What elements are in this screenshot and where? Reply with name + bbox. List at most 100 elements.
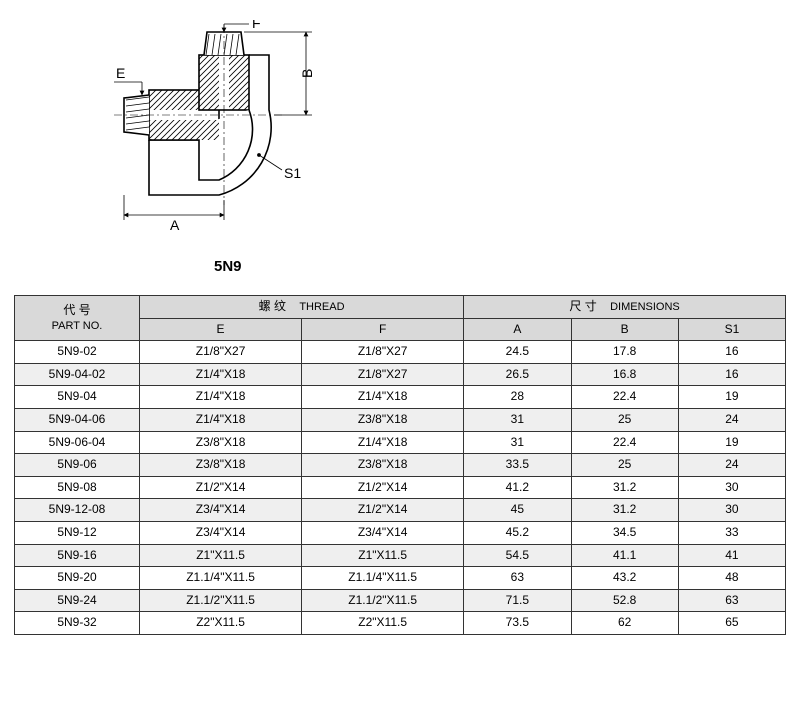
table-row: 5N9-12-08Z3/4"X14Z1/2"X144531.230 [15,499,786,522]
cell-a: 45.2 [464,521,571,544]
spec-table: 代 号 PART NO. 螺 纹 THREAD 尺 寸 DIMENSIONS E… [14,295,786,635]
cell-b: 25 [571,454,678,477]
cell-f: Z2"X11.5 [302,612,464,635]
cell-f: Z3/8"X18 [302,454,464,477]
cell-pn: 5N9-04-02 [15,363,140,386]
hdr-dimensions: 尺 寸 DIMENSIONS [464,296,786,319]
table-row: 5N9-20Z1.1/4"X11.5Z1.1/4"X11.56343.248 [15,567,786,590]
cell-s1: 41 [678,544,785,567]
cell-pn: 5N9-16 [15,544,140,567]
dim-label-s1: S1 [284,165,301,181]
cell-pn: 5N9-06-04 [15,431,140,454]
cell-b: 31.2 [571,499,678,522]
dim-label-e: E [116,65,125,81]
cell-e: Z1/4"X18 [140,363,302,386]
cell-pn: 5N9-32 [15,612,140,635]
cell-b: 16.8 [571,363,678,386]
part-title: 5N9 [214,258,786,275]
cell-s1: 30 [678,499,785,522]
cell-f: Z1/8"X27 [302,363,464,386]
cell-s1: 65 [678,612,785,635]
cell-a: 31 [464,408,571,431]
hdr-e: E [140,318,302,341]
cell-s1: 30 [678,476,785,499]
cell-s1: 33 [678,521,785,544]
hdr-partno: 代 号 PART NO. [15,296,140,341]
cell-pn: 5N9-12 [15,521,140,544]
table-row: 5N9-32Z2"X11.5Z2"X11.573.56265 [15,612,786,635]
cell-e: Z1/8"X27 [140,341,302,364]
cell-s1: 24 [678,408,785,431]
cell-f: Z1/2"X14 [302,499,464,522]
cell-pn: 5N9-04 [15,386,140,409]
table-row: 5N9-04Z1/4"X18Z1/4"X182822.419 [15,386,786,409]
cell-s1: 48 [678,567,785,590]
cell-e: Z2"X11.5 [140,612,302,635]
cell-s1: 16 [678,363,785,386]
hdr-thread: 螺 纹 THREAD [140,296,464,319]
hdr-s1: S1 [678,318,785,341]
table-row: 5N9-06-04Z3/8"X18Z1/4"X183122.419 [15,431,786,454]
table-row: 5N9-06Z3/8"X18Z3/8"X1833.52524 [15,454,786,477]
table-row: 5N9-12Z3/4"X14Z3/4"X1445.234.533 [15,521,786,544]
cell-s1: 24 [678,454,785,477]
cell-pn: 5N9-20 [15,567,140,590]
cell-pn: 5N9-06 [15,454,140,477]
table-row: 5N9-04-02Z1/4"X18Z1/8"X2726.516.816 [15,363,786,386]
cell-s1: 63 [678,589,785,612]
cell-s1: 16 [678,341,785,364]
cell-b: 52.8 [571,589,678,612]
cell-f: Z3/8"X18 [302,408,464,431]
cell-f: Z1/8"X27 [302,341,464,364]
cell-f: Z1/2"X14 [302,476,464,499]
dim-label-a: A [170,217,180,233]
cell-b: 34.5 [571,521,678,544]
cell-e: Z1.1/4"X11.5 [140,567,302,590]
table-row: 5N9-04-06Z1/4"X18Z3/8"X18312524 [15,408,786,431]
cell-b: 22.4 [571,386,678,409]
cell-b: 31.2 [571,476,678,499]
cell-e: Z3/4"X14 [140,499,302,522]
dim-label-f: F [252,20,261,31]
hdr-b: B [571,318,678,341]
cell-a: 33.5 [464,454,571,477]
cell-a: 71.5 [464,589,571,612]
cell-f: Z1/4"X18 [302,431,464,454]
hdr-f: F [302,318,464,341]
cell-f: Z1.1/2"X11.5 [302,589,464,612]
cell-a: 28 [464,386,571,409]
cell-f: Z1.1/4"X11.5 [302,567,464,590]
cell-b: 43.2 [571,567,678,590]
cell-b: 62 [571,612,678,635]
cell-f: Z3/4"X14 [302,521,464,544]
cell-f: Z1"X11.5 [302,544,464,567]
cell-a: 45 [464,499,571,522]
cell-pn: 5N9-08 [15,476,140,499]
cell-a: 73.5 [464,612,571,635]
hdr-a: A [464,318,571,341]
cell-pn: 5N9-24 [15,589,140,612]
cell-e: Z1/4"X18 [140,408,302,431]
cell-f: Z1/4"X18 [302,386,464,409]
cell-b: 22.4 [571,431,678,454]
cell-e: Z1.1/2"X11.5 [140,589,302,612]
technical-drawing: E F A B S1 [94,20,354,240]
cell-e: Z3/8"X18 [140,431,302,454]
cell-a: 63 [464,567,571,590]
cell-s1: 19 [678,431,785,454]
table-row: 5N9-24Z1.1/2"X11.5Z1.1/2"X11.571.552.863 [15,589,786,612]
cell-a: 24.5 [464,341,571,364]
cell-e: Z1/4"X18 [140,386,302,409]
table-row: 5N9-02Z1/8"X27Z1/8"X2724.517.816 [15,341,786,364]
cell-a: 54.5 [464,544,571,567]
cell-e: Z3/8"X18 [140,454,302,477]
dim-label-b: B [299,69,315,78]
cell-b: 17.8 [571,341,678,364]
table-row: 5N9-16Z1"X11.5Z1"X11.554.541.141 [15,544,786,567]
cell-e: Z3/4"X14 [140,521,302,544]
cell-b: 25 [571,408,678,431]
table-row: 5N9-08Z1/2"X14Z1/2"X1441.231.230 [15,476,786,499]
cell-pn: 5N9-12-08 [15,499,140,522]
cell-a: 41.2 [464,476,571,499]
cell-e: Z1"X11.5 [140,544,302,567]
